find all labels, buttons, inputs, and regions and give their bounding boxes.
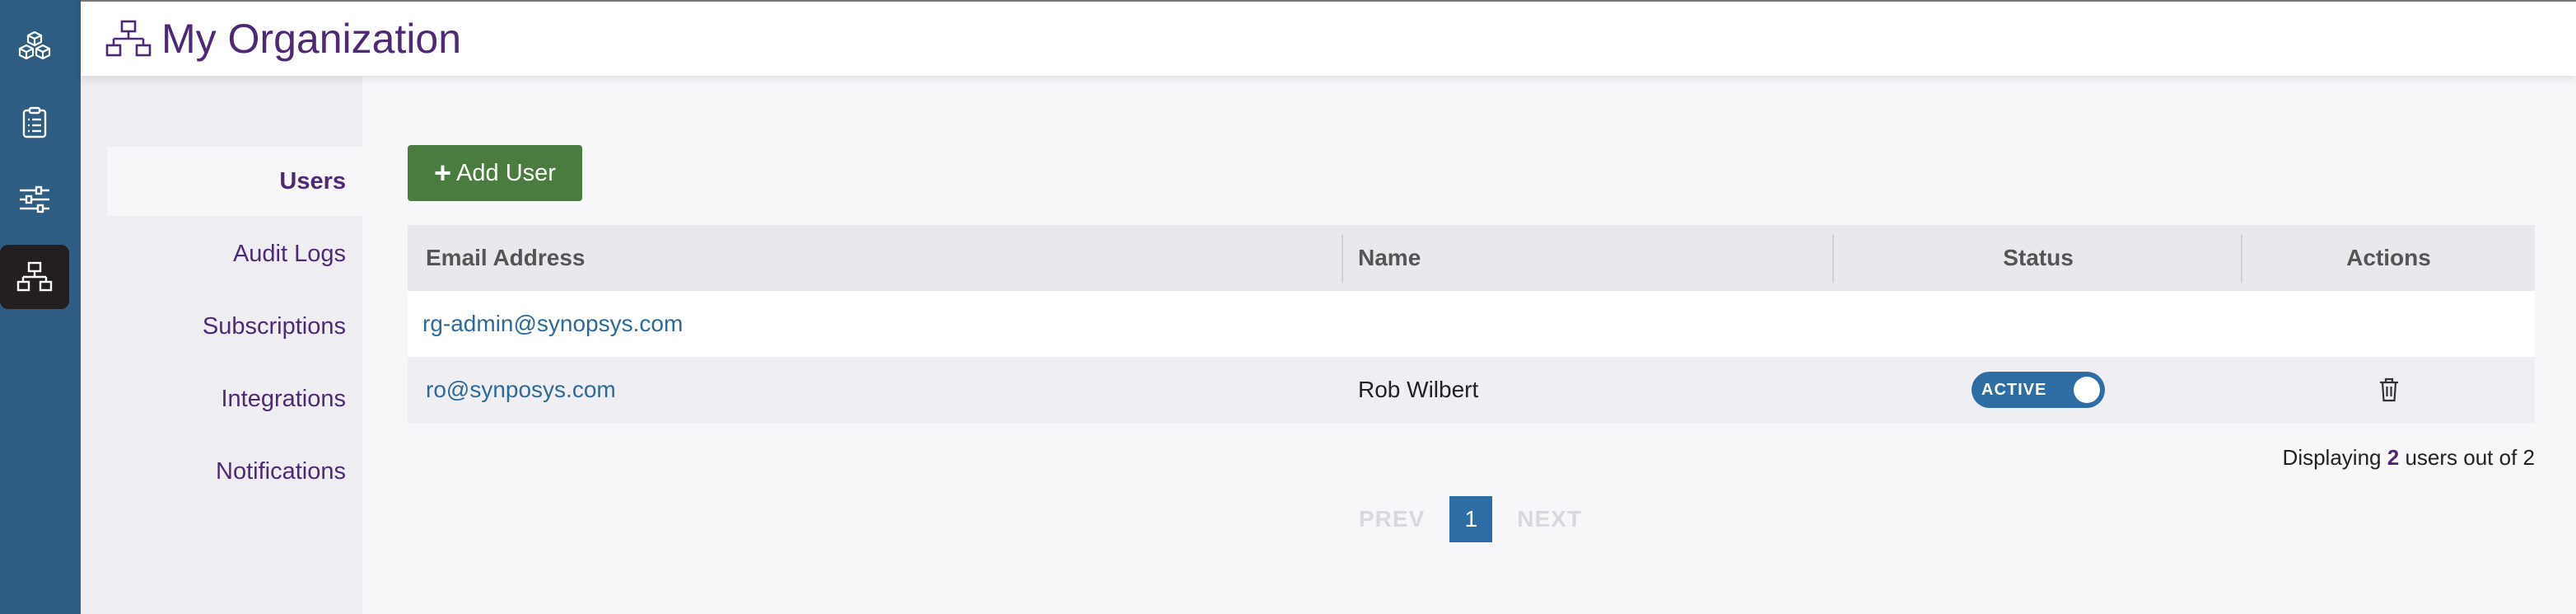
settings-subnav: Users Audit Logs Subscriptions Integrati… — [81, 74, 362, 614]
user-name: Rob Wilbert — [1358, 377, 1479, 402]
column-header-actions: Actions — [2346, 245, 2431, 270]
next-page-button[interactable]: NEXT — [1517, 506, 1582, 532]
summary-middle: users out of — [2405, 445, 2518, 470]
cubes-icon — [18, 30, 51, 60]
prev-page-button[interactable]: PREV — [1359, 506, 1425, 532]
summary-prefix: Displaying — [2282, 445, 2382, 470]
rail-organization-button[interactable] — [0, 245, 69, 309]
column-divider — [1342, 235, 1343, 283]
subnav-item-integrations[interactable]: Integrations — [107, 364, 362, 434]
sliders-icon — [20, 185, 49, 213]
subnav-item-audit-logs[interactable]: Audit Logs — [107, 219, 362, 288]
org-chart-icon — [16, 261, 53, 292]
column-header-status[interactable]: Status — [1834, 225, 2242, 291]
user-email-link[interactable]: ro@synposys.com — [426, 357, 616, 423]
status-toggle[interactable]: ACTIVE — [1972, 372, 2105, 408]
page-number-button[interactable]: 1 — [1449, 496, 1493, 542]
results-summary: Displaying 2 users out of 2 — [2283, 445, 2535, 471]
summary-total-count: 2 — [2522, 445, 2535, 470]
icon-rail — [0, 0, 81, 614]
page-title: My Organization — [161, 16, 462, 62]
toggle-knob — [2074, 377, 2100, 403]
user-email-link[interactable]: rg-admin@synopsys.com — [422, 291, 683, 357]
table-row[interactable]: ro@synposys.com Rob Wilbert ACTIVE — [408, 357, 2535, 423]
status-cell: ACTIVE — [1834, 357, 2242, 423]
users-table: Email Address Name Status Actions rg-adm… — [408, 225, 2535, 423]
rail-settings-button[interactable] — [0, 167, 69, 232]
clipboard-icon — [22, 106, 47, 138]
status-toggle-label: ACTIVE — [1981, 381, 2047, 399]
subnav-item-users[interactable]: Users — [107, 147, 362, 216]
trash-icon[interactable] — [2378, 377, 2400, 403]
plus-icon: + — [434, 156, 452, 190]
subnav-item-subscriptions[interactable]: Subscriptions — [107, 292, 362, 361]
column-header-name[interactable]: Name — [1358, 225, 1421, 291]
column-header-email[interactable]: Email Address — [426, 225, 585, 291]
add-user-label: Add User — [456, 159, 556, 186]
rail-products-button[interactable] — [0, 13, 69, 77]
table-header: Email Address Name Status Actions — [408, 225, 2535, 291]
add-user-button[interactable]: + Add User — [408, 145, 582, 201]
rail-reports-button[interactable] — [0, 91, 69, 155]
subnav-item-notifications[interactable]: Notifications — [107, 437, 362, 506]
page-header: My Organization — [81, 0, 2576, 76]
summary-shown-count: 2 — [2387, 445, 2400, 470]
table-row[interactable]: rg-admin@synopsys.com — [408, 291, 2535, 357]
org-chart-icon — [105, 20, 152, 57]
actions-cell — [2242, 357, 2535, 423]
pagination: PREV 1 NEXT — [1359, 496, 1582, 542]
